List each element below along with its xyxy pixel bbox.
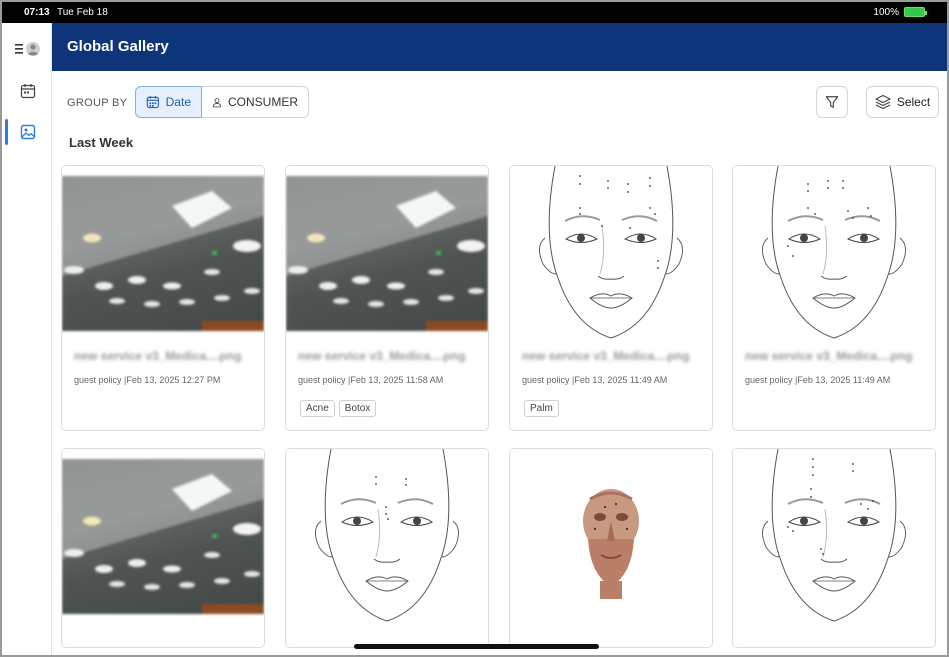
gallery-toolbar: GROUP BY Date CONSUMER Select bbox=[52, 71, 947, 131]
gallery-card[interactable] bbox=[61, 448, 265, 648]
gallery-card[interactable]: new service v3_Medica....pngguest policy… bbox=[732, 165, 936, 431]
ceiling-photo bbox=[62, 459, 264, 614]
gallery-card[interactable]: new service v3_Medica....pngguest policy… bbox=[285, 165, 489, 431]
status-bar: 07:13 Tue Feb 18 100% bbox=[2, 2, 947, 23]
group-by-label: GROUP BY bbox=[67, 97, 128, 109]
gallery-card[interactable]: new service v3_Medica....pngguest policy… bbox=[61, 165, 265, 431]
card-thumbnail[interactable] bbox=[733, 449, 935, 624]
face-diagram bbox=[762, 166, 906, 339]
card-thumbnail[interactable] bbox=[510, 166, 712, 341]
sidebar-item-calendar[interactable] bbox=[13, 78, 43, 104]
card-thumbnail[interactable] bbox=[733, 166, 935, 341]
card-filename: new service v3_Medica....png bbox=[522, 349, 690, 363]
calendar-icon bbox=[146, 96, 159, 109]
battery-percentage: 100% bbox=[873, 7, 899, 18]
filter-icon bbox=[825, 96, 839, 108]
card-tags: Acne Botox bbox=[300, 400, 377, 417]
active-indicator bbox=[5, 119, 8, 145]
card-meta: guest policy |Feb 13, 2025 11:58 AM bbox=[298, 375, 444, 385]
gallery-card[interactable] bbox=[509, 448, 713, 648]
card-thumbnail[interactable] bbox=[62, 449, 264, 624]
tag-chip[interactable]: Acne bbox=[300, 400, 335, 417]
card-thumbnail[interactable] bbox=[286, 166, 488, 341]
page-title: Global Gallery bbox=[67, 38, 169, 55]
section-title: Last Week bbox=[69, 135, 134, 150]
select-button[interactable]: Select bbox=[866, 86, 939, 118]
status-date: Tue Feb 18 bbox=[57, 7, 108, 18]
date-label: Date bbox=[165, 95, 191, 109]
consumer-label: CONSUMER bbox=[227, 95, 298, 109]
select-label: Select bbox=[896, 95, 931, 109]
card-meta: guest policy |Feb 13, 2025 11:49 AM bbox=[745, 375, 891, 385]
person-icon bbox=[212, 97, 222, 107]
group-by-consumer-button[interactable]: CONSUMER bbox=[202, 86, 309, 118]
app-frame: 07:13 Tue Feb 18 100% Global Gallery GRO… bbox=[0, 0, 949, 657]
filter-button[interactable] bbox=[816, 86, 848, 118]
face-diagram bbox=[762, 449, 906, 622]
ceiling-photo bbox=[286, 176, 488, 331]
layers-icon bbox=[875, 94, 891, 110]
gallery-card[interactable] bbox=[732, 448, 936, 648]
calendar-icon bbox=[20, 84, 36, 99]
card-filename: new service v3_Medica....png bbox=[74, 349, 242, 363]
status-time: 07:13 bbox=[24, 7, 50, 18]
menu-button[interactable] bbox=[13, 36, 43, 62]
hamburger-icon bbox=[15, 42, 40, 56]
card-thumbnail[interactable] bbox=[62, 166, 264, 341]
gallery-icon bbox=[20, 124, 36, 140]
card-tags: Palm bbox=[524, 400, 559, 417]
card-thumbnail[interactable] bbox=[286, 449, 488, 624]
card-meta: guest policy |Feb 13, 2025 11:49 AM bbox=[522, 375, 668, 385]
tag-chip[interactable]: Palm bbox=[524, 400, 559, 417]
anatomy-diagram bbox=[583, 489, 639, 599]
app-header: Global Gallery bbox=[52, 23, 947, 71]
tag-chip[interactable]: Botox bbox=[338, 400, 377, 417]
sidebar-item-gallery[interactable] bbox=[13, 119, 43, 145]
face-diagram bbox=[539, 166, 683, 339]
card-filename: new service v3_Medica....png bbox=[298, 349, 466, 363]
group-by-date-button[interactable]: Date bbox=[135, 86, 202, 118]
sidebar bbox=[2, 23, 52, 655]
card-meta: guest policy |Feb 13, 2025 12:27 PM bbox=[74, 375, 221, 385]
card-thumbnail[interactable] bbox=[510, 449, 712, 624]
card-filename: new service v3_Medica....png bbox=[745, 349, 913, 363]
home-indicator bbox=[354, 644, 599, 649]
battery-icon bbox=[904, 7, 927, 17]
gallery-card[interactable]: new service v3_Medica....pngguest policy… bbox=[509, 165, 713, 431]
ceiling-photo bbox=[62, 176, 264, 331]
gallery-card[interactable] bbox=[285, 448, 489, 648]
face-diagram bbox=[315, 449, 459, 622]
